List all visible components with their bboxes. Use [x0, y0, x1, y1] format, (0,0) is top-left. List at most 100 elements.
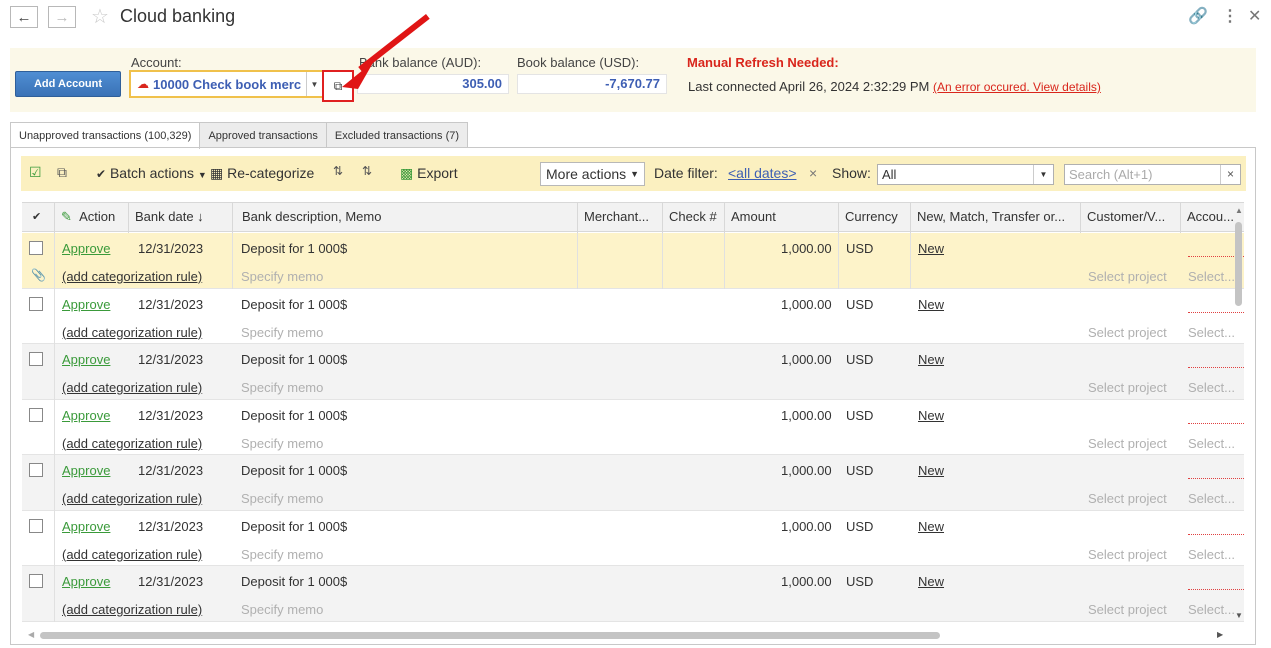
add-categorization-rule-link[interactable]: (add categorization rule) [62, 380, 202, 395]
project-select[interactable]: Select project [1088, 436, 1167, 451]
memo-field[interactable]: Specify memo [241, 436, 323, 451]
add-categorization-rule-link[interactable]: (add categorization rule) [62, 269, 202, 284]
column-header-description[interactable]: Bank description, Memo [232, 203, 577, 233]
chevron-down-icon[interactable]: ▼ [1033, 165, 1053, 184]
scroll-right-icon[interactable]: ▶ [1217, 630, 1223, 639]
table-row[interactable]: Approve 12/31/2023 Deposit for 1 000$ 1,… [22, 455, 1244, 511]
approve-link[interactable]: Approve [62, 408, 110, 423]
recategorize-button[interactable]: ▦ Re-categorize [210, 165, 314, 182]
row-checkbox[interactable] [29, 518, 43, 533]
project-select[interactable]: Select project [1088, 602, 1167, 617]
table-row[interactable]: Approve 12/31/2023 Deposit for 1 000$ 1,… [22, 289, 1244, 344]
clear-search-icon[interactable]: × [1220, 165, 1240, 184]
new-match-link[interactable]: New [918, 352, 944, 367]
tab-excluded[interactable]: Excluded transactions (7) [325, 122, 469, 148]
back-button[interactable]: ← [10, 6, 38, 28]
row-checkbox[interactable] [29, 241, 43, 255]
account-select[interactable]: ☁ 10000 Check book merc ▼ [129, 70, 324, 98]
approve-link[interactable]: Approve [62, 241, 110, 256]
sort-descending-icon[interactable]: ⇅ [362, 164, 372, 178]
new-match-link[interactable]: New [918, 574, 944, 589]
memo-field[interactable]: Specify memo [241, 547, 323, 562]
account-select-placeholder[interactable]: Select... [1188, 380, 1235, 395]
account-select-placeholder[interactable]: Select... [1188, 491, 1235, 506]
account-select-placeholder[interactable]: Select... [1188, 436, 1235, 451]
new-match-link[interactable]: New [918, 241, 944, 256]
horizontal-scrollbar[interactable] [40, 632, 940, 639]
forward-button[interactable]: → [48, 6, 76, 28]
scroll-left-icon[interactable]: ◀ [28, 630, 34, 639]
add-categorization-rule-link[interactable]: (add categorization rule) [62, 436, 202, 451]
approve-link[interactable]: Approve [62, 519, 110, 534]
more-menu-icon[interactable]: ⋮ [1222, 6, 1238, 26]
new-match-link[interactable]: New [918, 408, 944, 423]
column-header-check[interactable]: Check # [662, 203, 724, 233]
batch-actions-button[interactable]: ✔ Batch actions ▼ [96, 165, 207, 181]
column-header-bank-date[interactable]: Bank date ↓ [128, 203, 232, 233]
close-icon[interactable]: ✕ [1248, 6, 1261, 26]
clear-date-filter-icon[interactable]: × [809, 165, 817, 181]
account-select[interactable] [1188, 354, 1244, 368]
add-categorization-rule-link[interactable]: (add categorization rule) [62, 325, 202, 340]
select-all-checkmark-icon[interactable]: ✔ [22, 203, 54, 233]
bank-description[interactable]: Deposit for 1 000$ [241, 519, 347, 534]
bank-description[interactable]: Deposit for 1 000$ [241, 574, 347, 589]
column-header-amount[interactable]: Amount [724, 203, 838, 233]
table-row[interactable]: Approve 12/31/2023 Deposit for 1 000$ 1,… [22, 344, 1244, 400]
approve-link[interactable]: Approve [62, 463, 110, 478]
chevron-down-icon[interactable]: ▼ [306, 72, 322, 96]
table-row[interactable]: 📎 Approve 12/31/2023 Deposit for 1 000$ … [22, 233, 1244, 289]
favorite-star-icon[interactable]: ☆ [91, 4, 109, 29]
project-select[interactable]: Select project [1088, 269, 1167, 284]
table-row[interactable]: Approve 12/31/2023 Deposit for 1 000$ 1,… [22, 400, 1244, 455]
date-filter-link[interactable]: <all dates> [728, 165, 797, 181]
new-match-link[interactable]: New [918, 297, 944, 312]
memo-field[interactable]: Specify memo [241, 602, 323, 617]
account-select[interactable] [1188, 410, 1244, 424]
copy-rows-icon[interactable]: ⧉ [57, 164, 67, 181]
vertical-scrollbar[interactable] [1235, 222, 1242, 306]
account-select-placeholder[interactable]: Select... [1188, 602, 1235, 617]
export-button[interactable]: ▩ Export [400, 165, 458, 182]
row-checkbox[interactable] [29, 463, 43, 477]
bank-description[interactable]: Deposit for 1 000$ [241, 352, 347, 367]
approve-link[interactable]: Approve [62, 352, 110, 367]
approve-link[interactable]: Approve [62, 297, 110, 312]
account-select[interactable] [1188, 465, 1244, 479]
column-header-merchant[interactable]: Merchant... [577, 203, 662, 233]
row-checkbox[interactable] [29, 296, 43, 311]
attachment-icon[interactable]: 📎 [31, 268, 46, 282]
new-match-link[interactable]: New [918, 519, 944, 534]
column-header-currency[interactable]: Currency [838, 203, 910, 233]
bank-description[interactable]: Deposit for 1 000$ [241, 241, 347, 256]
account-select-placeholder[interactable]: Select... [1188, 269, 1235, 284]
column-header-action[interactable]: ✎ Action [54, 203, 128, 233]
check-all-icon[interactable]: ☑ [29, 164, 42, 181]
table-row[interactable]: Approve 12/31/2023 Deposit for 1 000$ 1,… [22, 566, 1244, 622]
add-account-button[interactable]: Add Account [15, 71, 121, 97]
row-checkbox[interactable] [29, 352, 43, 366]
link-icon[interactable]: 🔗 [1188, 6, 1208, 26]
add-categorization-rule-link[interactable]: (add categorization rule) [62, 547, 202, 562]
project-select[interactable]: Select project [1088, 325, 1167, 340]
account-select-placeholder[interactable]: Select... [1188, 547, 1235, 562]
memo-field[interactable]: Specify memo [241, 325, 323, 340]
scroll-up-icon[interactable]: ▲ [1235, 206, 1243, 215]
more-actions-button[interactable]: More actions ▼ [540, 162, 645, 186]
memo-field[interactable]: Specify memo [241, 269, 323, 284]
add-categorization-rule-link[interactable]: (add categorization rule) [62, 491, 202, 506]
account-select[interactable] [1188, 521, 1244, 535]
approve-link[interactable]: Approve [62, 574, 110, 589]
memo-field[interactable]: Specify memo [241, 491, 323, 506]
account-select[interactable] [1188, 576, 1244, 590]
project-select[interactable]: Select project [1088, 491, 1167, 506]
row-checkbox[interactable] [29, 407, 43, 422]
add-categorization-rule-link[interactable]: (add categorization rule) [62, 602, 202, 617]
new-match-link[interactable]: New [918, 463, 944, 478]
memo-field[interactable]: Specify memo [241, 380, 323, 395]
row-checkbox[interactable] [29, 574, 43, 588]
error-details-link[interactable]: (An error occured. View details) [933, 80, 1101, 94]
bank-description[interactable]: Deposit for 1 000$ [241, 408, 347, 423]
tab-approved[interactable]: Approved transactions [199, 122, 327, 148]
project-select[interactable]: Select project [1088, 380, 1167, 395]
